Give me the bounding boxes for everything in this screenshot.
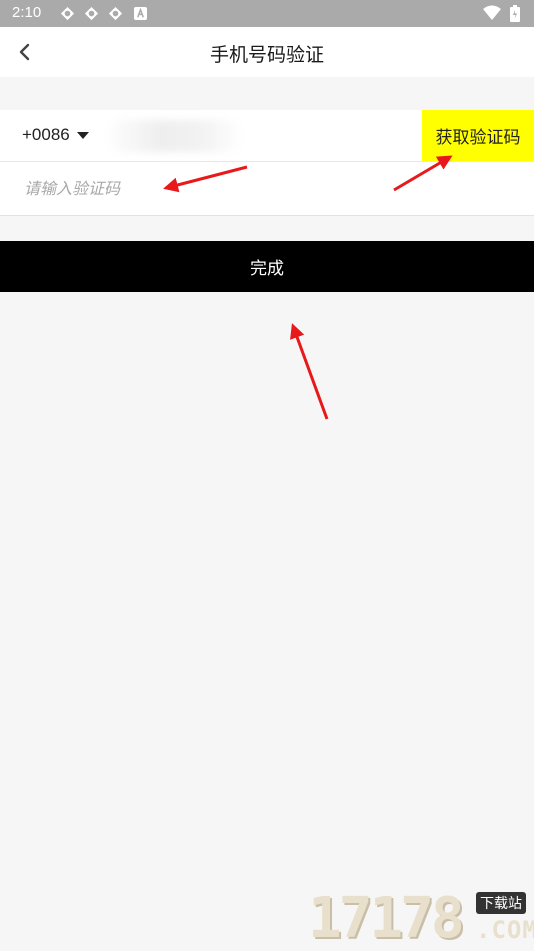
phone-number-input[interactable] [104, 118, 248, 154]
app-notification-icon [108, 6, 123, 21]
annotation-arrow [290, 323, 329, 420]
phone-row: +0086 获取验证码 [0, 110, 534, 162]
app-notification-icon [60, 6, 75, 21]
status-right-group [482, 5, 520, 24]
site-watermark: 17178 下载站 .COM [308, 888, 534, 950]
submit-button[interactable]: 完成 [0, 241, 534, 292]
a-badge-icon [134, 7, 147, 20]
verification-form: +0086 获取验证码 [0, 110, 534, 216]
watermark-com: .COM [476, 916, 534, 944]
get-verification-code-button[interactable]: 获取验证码 [422, 110, 534, 161]
app-header: 手机号码验证 [0, 27, 534, 77]
verification-code-input[interactable] [22, 170, 386, 206]
wifi-icon [482, 5, 501, 20]
code-row [0, 162, 534, 214]
country-code-selector[interactable]: +0086 [22, 125, 70, 145]
app-notification-icon [84, 6, 99, 21]
battery-icon [510, 5, 520, 22]
page-title: 手机号码验证 [209, 44, 324, 66]
watermark-badge: 下载站 [476, 892, 526, 914]
watermark-digits: 17178 [308, 886, 465, 951]
status-bar: 2:10 [0, 0, 534, 27]
status-time: 2:10 [12, 4, 42, 21]
caret-down-icon[interactable] [77, 132, 89, 140]
